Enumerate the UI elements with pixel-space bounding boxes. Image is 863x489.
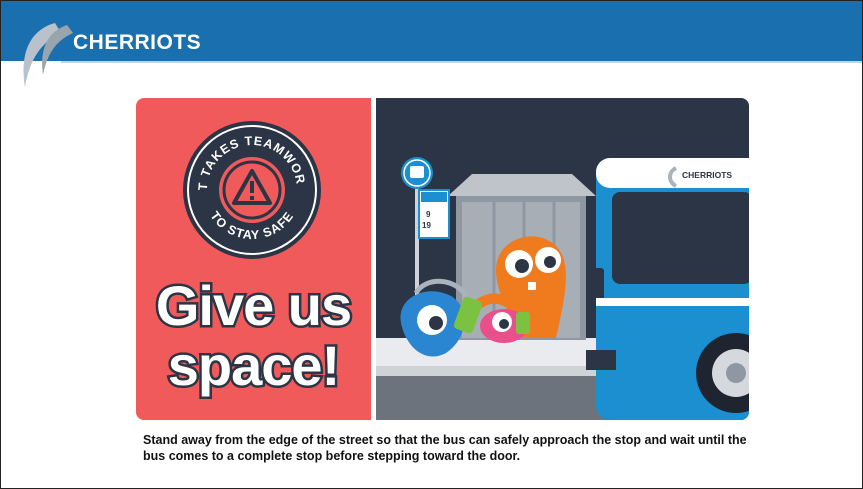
bus-icon [410, 166, 424, 178]
bus: CHERRIOTS [586, 158, 749, 420]
safety-poster: IT TAKES TEAMWORK TO STAY SAFE Give us s… [136, 98, 749, 420]
cherriots-logo-swoosh-icon [23, 23, 73, 87]
route-9: 9 [426, 210, 431, 219]
slide-frame: CHERRIOTS IT TAKES TEAMWORK TO STAY SAFE [0, 0, 863, 489]
bus-bumper [586, 350, 616, 370]
header-divider [61, 61, 862, 63]
poster-headline: Give us space! [136, 273, 371, 398]
teamwork-badge: IT TAKES TEAMWORK TO STAY SAFE [181, 119, 321, 259]
brand-logo-text: CHERRIOTS [73, 31, 202, 54]
headline-line-1: Give us [153, 273, 354, 338]
poster-illustration: 9 19 CHERRIOTS [376, 98, 749, 420]
bus-brand-text: CHERRIOTS [682, 170, 732, 180]
poster-left-panel: IT TAKES TEAMWORK TO STAY SAFE Give us s… [136, 98, 371, 420]
route-19: 19 [422, 221, 431, 230]
bus-stop-scene: 9 19 CHERRIOTS [376, 157, 749, 420]
headline-line-2: space! [165, 333, 342, 398]
safety-caption: Stand away from the edge of the street s… [143, 433, 747, 463]
